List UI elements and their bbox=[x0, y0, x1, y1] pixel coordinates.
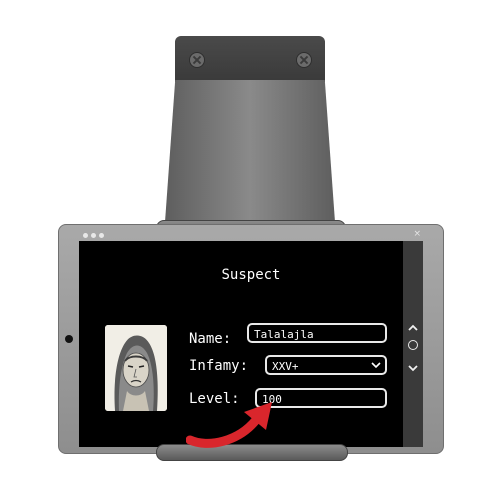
name-field[interactable]: Talalajla bbox=[247, 323, 387, 343]
chevron-down-icon bbox=[371, 357, 381, 373]
curved-arrow-icon bbox=[186, 402, 272, 448]
circle-icon[interactable] bbox=[408, 340, 418, 350]
screw-icon bbox=[296, 52, 312, 68]
camera-icon bbox=[65, 335, 73, 343]
mount-arm bbox=[165, 80, 335, 222]
page-title: Suspect bbox=[221, 267, 281, 283]
close-icon[interactable]: × bbox=[413, 229, 421, 239]
mount-plate bbox=[175, 36, 325, 82]
chevron-down-icon[interactable] bbox=[407, 359, 419, 372]
three-dots-icon bbox=[83, 233, 104, 238]
infamy-select[interactable]: XXV+ bbox=[265, 355, 387, 375]
infamy-label: Infamy: bbox=[189, 358, 249, 374]
name-label: Name: bbox=[189, 331, 232, 347]
suspect-photo bbox=[105, 325, 167, 411]
screw-icon bbox=[189, 52, 205, 68]
infamy-value: XXV+ bbox=[272, 360, 299, 373]
chevron-up-icon[interactable] bbox=[407, 319, 419, 331]
